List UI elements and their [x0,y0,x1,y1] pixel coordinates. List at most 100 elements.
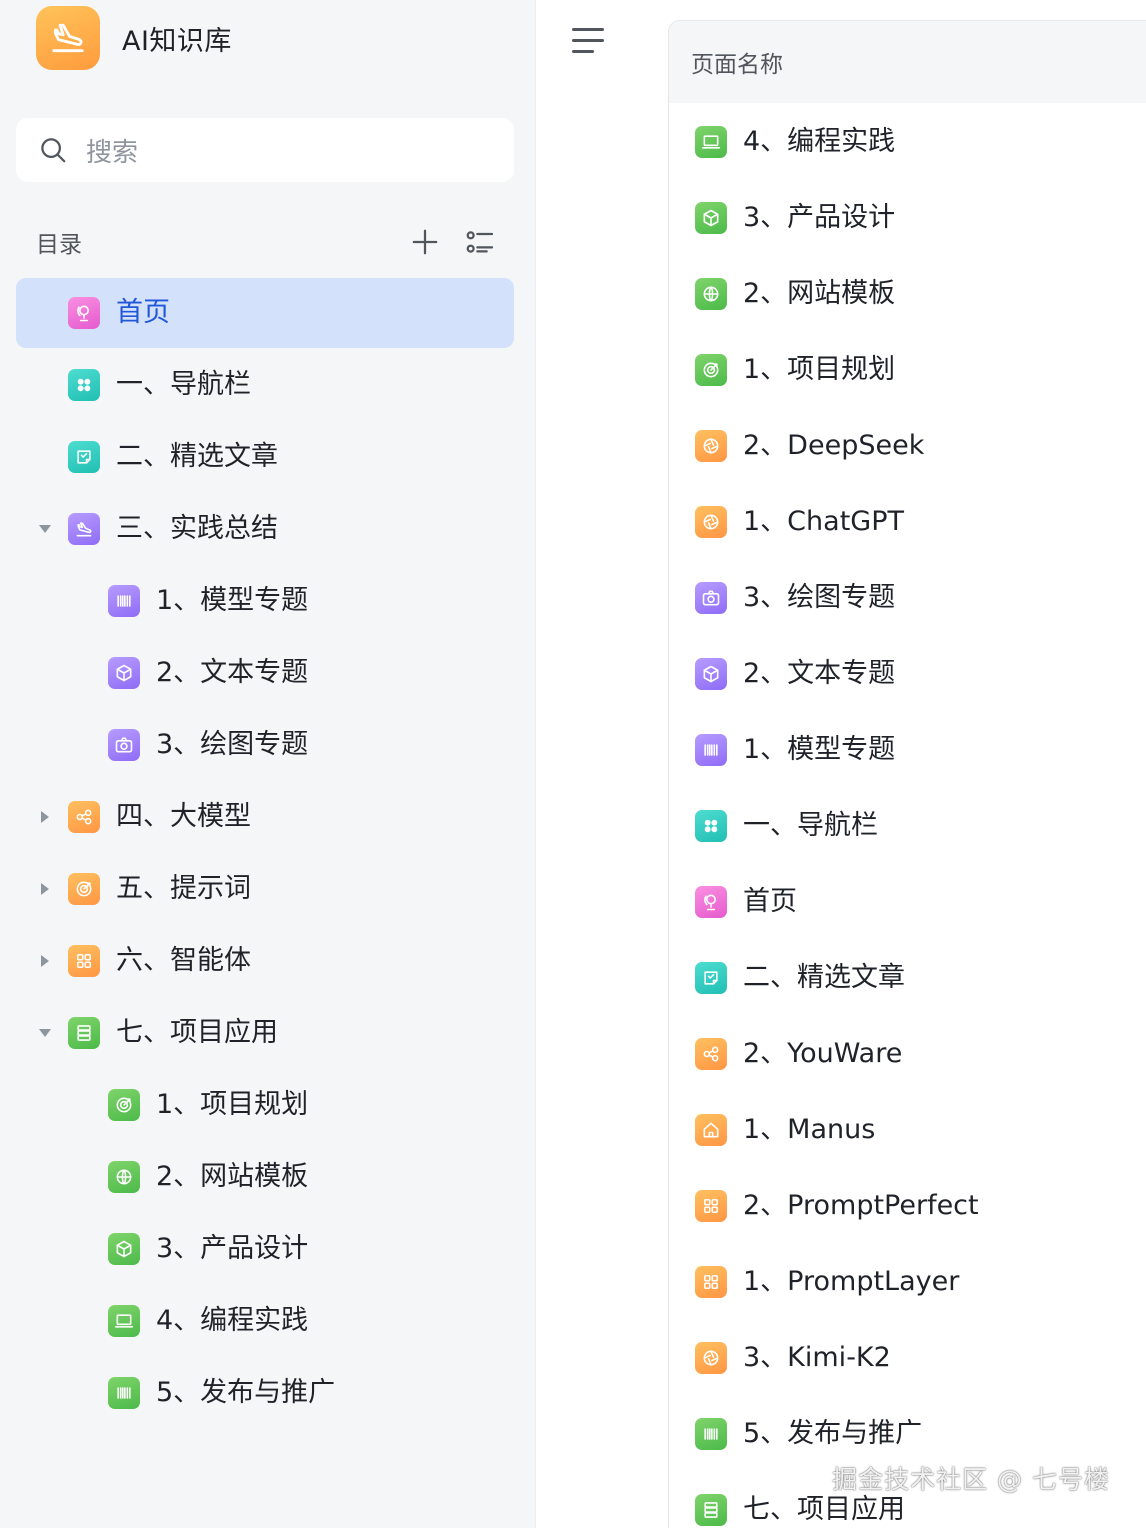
page-name-cell: 首页 [743,886,797,917]
sidebar-item-label: 3、绘图专题 [156,729,309,760]
caret-right-icon[interactable] [38,782,52,852]
table-row[interactable]: 2、YouWare [669,1016,1146,1092]
camera-icon [695,582,727,614]
table-row[interactable]: 2、DeepSeek [669,408,1146,484]
sidebar-item[interactable]: 首页 [16,278,514,348]
sidebar-item-label: 四、大模型 [116,801,251,832]
page-name-cell: 3、产品设计 [743,202,896,233]
sidebar-item[interactable]: 四、大模型 [16,782,514,852]
sidebar-item-label: 三、实践总结 [116,513,278,544]
sidebar-item[interactable]: 二、精选文章 [16,422,514,492]
server-icon [68,1017,100,1049]
target-icon [108,1089,140,1121]
table-row[interactable]: 3、产品设计 [669,180,1146,256]
page-name-cell: 3、绘图专题 [743,582,896,613]
table-row[interactable]: 1、Manus [669,1092,1146,1168]
table-row[interactable]: 2、PromptPerfect [669,1168,1146,1244]
note-icon [68,441,100,473]
table-row[interactable]: 二、精选文章 [669,940,1146,1016]
camera-icon [108,729,140,761]
cube-icon [695,202,727,234]
sidebar-item-label: 二、精选文章 [116,441,278,472]
toc-header: 目录 [36,222,496,262]
sidebar-item[interactable]: 一、导航栏 [16,350,514,420]
sidebar-item[interactable]: 3、绘图专题 [16,710,514,780]
aperture-icon [695,430,727,462]
sidebar-item[interactable]: 2、文本专题 [16,638,514,708]
table-row[interactable]: 4、编程实践 [669,104,1146,180]
search-placeholder: 搜索 [86,137,139,168]
table-row[interactable]: 首页 [669,864,1146,940]
search-input[interactable]: 搜索 [16,118,514,182]
sidebar-item[interactable]: 1、模型专题 [16,566,514,636]
apps-icon [68,945,100,977]
page-name-cell: 2、网站模板 [743,278,896,309]
table-row[interactable]: 1、PromptLayer [669,1244,1146,1320]
apps-icon [695,1190,727,1222]
toc-label: 目录 [36,232,82,258]
sidebar-item[interactable]: 2、网站模板 [16,1142,514,1212]
sidebar-item-label: 六、智能体 [116,945,251,976]
sidebar-item-label: 5、发布与推广 [156,1377,336,1408]
sidebar-item[interactable]: 五、提示词 [16,854,514,924]
sidebar-item[interactable]: 三、实践总结 [16,494,514,564]
table-row[interactable]: 1、ChatGPT [669,484,1146,560]
home-icon [695,1114,727,1146]
sidebar-item[interactable]: 七、项目应用 [16,998,514,1068]
menu-toggle-icon[interactable] [572,28,604,56]
table-header: 页面名称 [669,21,1146,103]
target-icon [68,873,100,905]
airplane-landing-icon[interactable] [36,6,100,70]
table-row[interactable]: 3、Kimi-K2 [669,1320,1146,1396]
nodes-icon [695,1038,727,1070]
table-row[interactable]: 3、绘图专题 [669,560,1146,636]
page-name-cell: 2、YouWare [743,1038,903,1069]
table-row[interactable]: 2、文本专题 [669,636,1146,712]
page-name-cell: 2、DeepSeek [743,430,925,461]
caret-right-icon[interactable] [38,854,52,924]
table-row[interactable]: 一、导航栏 [669,788,1146,864]
sidebar-item[interactable]: 1、项目规划 [16,1070,514,1140]
table-row[interactable]: 1、模型专题 [669,712,1146,788]
globe-pin-icon [68,297,100,329]
cube-icon [695,658,727,690]
app-header: AI知识库 [36,6,232,70]
barcode-icon [108,1377,140,1409]
app-title: AI知识库 [122,25,232,57]
sidebar-item[interactable]: 六、智能体 [16,926,514,996]
sidebar-item-label: 五、提示词 [116,873,251,904]
sidebar-item[interactable]: 3、产品设计 [16,1214,514,1284]
target-icon [695,354,727,386]
sidebar-item-label: 1、项目规划 [156,1089,309,1120]
caret-down-icon[interactable] [38,998,52,1068]
page-name-cell: 二、精选文章 [743,962,905,993]
grid-dots-icon [695,810,727,842]
sidebar-item-label: 4、编程实践 [156,1305,309,1336]
page-name-cell: 1、项目规划 [743,354,896,385]
plus-icon[interactable] [410,227,440,257]
sidebar-item[interactable]: 5、发布与推广 [16,1358,514,1428]
barcode-icon [108,585,140,617]
cube-icon [108,1233,140,1265]
laptop-icon [695,126,727,158]
column-header-page-name[interactable]: 页面名称 [691,45,783,79]
note-icon [695,962,727,994]
sidebar-item-label: 2、文本专题 [156,657,309,688]
aperture-icon [695,506,727,538]
page-name-cell: 4、编程实践 [743,126,896,157]
caret-right-icon[interactable] [38,926,52,996]
table-row[interactable]: 1、项目规划 [669,332,1146,408]
cube-icon [108,657,140,689]
page-name-cell: 1、Manus [743,1114,876,1145]
laptop-icon [108,1305,140,1337]
sidebar-item-label: 1、模型专题 [156,585,309,616]
page-name-cell: 一、导航栏 [743,810,878,841]
globe-icon [695,278,727,310]
table-row[interactable]: 2、网站模板 [669,256,1146,332]
barcode-icon [695,734,727,766]
list-options-icon[interactable] [464,226,496,258]
aperture-icon [695,1342,727,1374]
caret-down-icon[interactable] [38,494,52,564]
sidebar-item[interactable]: 4、编程实践 [16,1286,514,1356]
server-icon [695,1494,727,1526]
